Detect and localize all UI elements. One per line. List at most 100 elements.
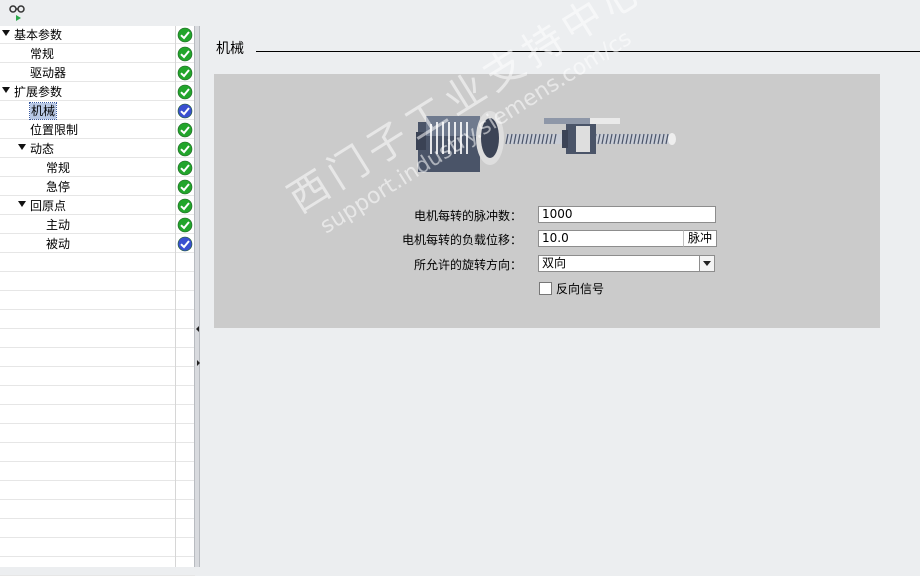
tree-item[interactable]: 常规 (0, 159, 176, 177)
tree-empty-row (0, 273, 176, 291)
status-cell (176, 311, 195, 329)
tree-item-label: 被动 (46, 237, 71, 251)
tree-item[interactable]: 基本参数 (0, 26, 176, 44)
status-cell (176, 45, 195, 63)
status-cell (176, 121, 195, 139)
status-cell (176, 273, 195, 291)
rotation-direction-label: 所允许的旋转方向： (413, 258, 522, 272)
glasses-play-icon[interactable] (6, 3, 28, 23)
pulses-label: 电机每转的脉冲数： (413, 209, 522, 223)
check-circle-icon (177, 179, 193, 195)
tree-item[interactable]: 驱动器 (0, 64, 176, 82)
tree-empty-row (0, 254, 176, 272)
status-cell (176, 26, 195, 44)
tree-item-label: 扩展参数 (14, 85, 63, 99)
tree-item-label: 驱动器 (30, 66, 67, 80)
check-circle-icon (177, 27, 193, 43)
tree-item-label: 基本参数 (14, 28, 63, 42)
status-cell (176, 254, 195, 272)
status-cell (176, 387, 195, 405)
status-cell (176, 140, 195, 158)
check-circle-icon (177, 160, 193, 176)
collapse-left-icon[interactable] (196, 326, 199, 332)
status-cell (176, 159, 195, 177)
tree-empty-row (0, 501, 176, 519)
section-divider (256, 51, 920, 52)
tree-item-label: 回原点 (30, 199, 67, 213)
check-circle-icon (177, 141, 193, 157)
parameter-tree: 基本参数 常规 驱动器 扩展参数 机械 位置限制 动态 常规 急停 回原点 主动 被动 (0, 26, 176, 576)
status-cell (176, 444, 195, 462)
check-circle-icon (177, 122, 193, 138)
tree-item-label: 主动 (46, 218, 71, 232)
status-cell (176, 64, 195, 82)
status-cell (176, 197, 195, 215)
tree-item-label: 常规 (30, 47, 55, 61)
status-cell (176, 216, 195, 234)
status-cell (176, 463, 195, 481)
status-cell (176, 368, 195, 386)
tree-item[interactable]: 急停 (0, 178, 176, 196)
tree-empty-row (0, 558, 176, 576)
tree-item-label: 位置限制 (30, 123, 79, 137)
tree-item[interactable]: 被动 (0, 235, 176, 253)
pulses-input[interactable]: 1000 (538, 206, 716, 223)
expand-caret-icon[interactable] (2, 87, 10, 93)
tree-item[interactable]: 扩展参数 (0, 83, 176, 101)
status-cell (176, 178, 195, 196)
check-circle-icon (177, 217, 193, 233)
motor-leadscrew-illustration (416, 111, 676, 172)
tree-item[interactable]: 机械 (0, 102, 176, 120)
status-cell (176, 330, 195, 348)
tree-item[interactable]: 主动 (0, 216, 176, 234)
tree-empty-row (0, 482, 176, 500)
check-circle-icon (177, 84, 193, 100)
check-circle-icon (177, 198, 193, 214)
toolbar (0, 0, 920, 26)
tree-empty-row (0, 520, 176, 538)
check-circle-blue-icon (177, 236, 193, 252)
tree-empty-row (0, 349, 176, 367)
tree-item[interactable]: 动态 (0, 140, 176, 158)
tree-item-label: 常规 (46, 161, 71, 175)
tree-empty-row (0, 425, 176, 443)
status-cell (176, 102, 195, 120)
tree-empty-row (0, 368, 176, 386)
tree-empty-row (0, 539, 176, 557)
tree-empty-row (0, 463, 176, 481)
load-unit: 脉冲 (683, 230, 717, 247)
status-cell (176, 292, 195, 310)
check-circle-icon (177, 65, 193, 81)
tree-item[interactable]: 回原点 (0, 197, 176, 215)
invert-signal-label: 反向信号 (556, 282, 605, 296)
tree-empty-row (0, 311, 176, 329)
tree-empty-row (0, 292, 176, 310)
status-cell (176, 558, 195, 576)
expand-caret-icon[interactable] (2, 30, 10, 36)
status-cell (176, 406, 195, 424)
tree-item-label: 动态 (30, 142, 55, 156)
status-cell (176, 83, 195, 101)
chevron-down-icon[interactable] (699, 255, 715, 272)
expand-caret-icon[interactable] (18, 144, 26, 150)
invert-signal-checkbox[interactable] (539, 282, 552, 295)
check-circle-icon (177, 46, 193, 62)
tree-empty-row (0, 406, 176, 424)
status-cell (176, 482, 195, 500)
status-cell (176, 520, 195, 538)
tree-item-label: 急停 (46, 180, 71, 194)
status-cell (176, 349, 195, 367)
rotation-direction-select[interactable]: 双向 (538, 255, 700, 272)
tree-empty-row (0, 330, 176, 348)
content-area: 机械 电机每转的脉冲数： 1000 电机每转的负载位移： 10.0 脉冲 所允许… (200, 26, 920, 567)
status-cell (176, 235, 195, 253)
expand-caret-icon[interactable] (18, 201, 26, 207)
tree-empty-row (0, 444, 176, 462)
section-title: 机械 (216, 41, 244, 57)
tree-empty-row (0, 387, 176, 405)
tree-item[interactable]: 位置限制 (0, 121, 176, 139)
tree-item[interactable]: 常规 (0, 45, 176, 63)
load-displacement-input[interactable]: 10.0 (538, 230, 684, 247)
status-cell (176, 501, 195, 519)
check-circle-blue-icon (177, 103, 193, 119)
